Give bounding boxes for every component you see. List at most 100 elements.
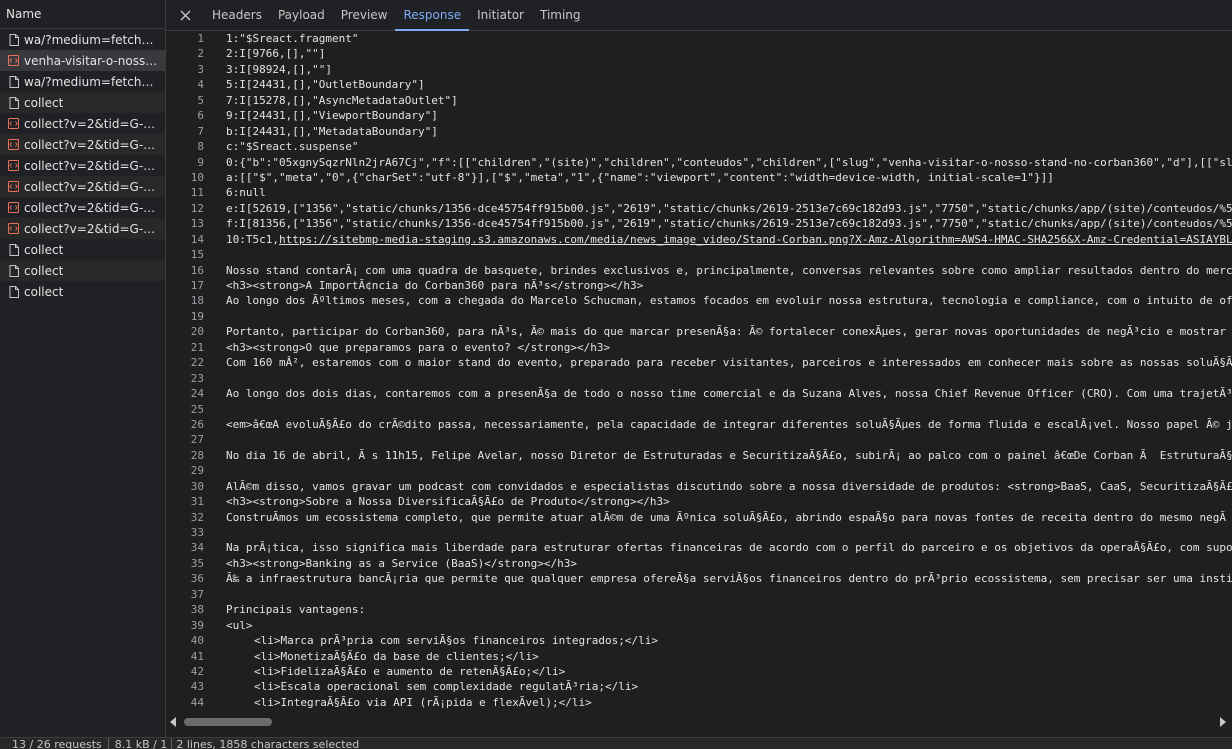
- request-row[interactable]: collect?v=2&tid=G-99V...: [0, 134, 165, 155]
- line-number: 18: [190, 294, 204, 308]
- line-number: 20: [190, 325, 204, 339]
- request-row[interactable]: collect?v=2&tid=G-99V...: [0, 155, 165, 176]
- line-text: [204, 371, 226, 386]
- response-line: 26 <em>â€œA evoluÃ§Ã£o do crÃ©dito passa,…: [166, 417, 1232, 432]
- response-viewer[interactable]: 1 1:"$Sreact.fragment" 2 2:I[9766,[],""] 3 3:…: [166, 31, 1232, 715]
- line-number: 36: [190, 572, 204, 586]
- request-row[interactable]: collect: [0, 260, 165, 281]
- line-text: <em>â€œA evoluÃ§Ã£o do crÃ©dito passa, n…: [226, 417, 1232, 431]
- response-line: 44 <li>IntegraÃ§Ã£o via API (rÃ¡pida e fl…: [166, 695, 1232, 710]
- fetch-icon: [8, 160, 19, 172]
- line-number: 1: [197, 32, 204, 45]
- name-column-header[interactable]: Name: [0, 0, 165, 29]
- request-row[interactable]: collect: [0, 281, 165, 302]
- request-row[interactable]: collect?v=2&tid=G-99V...: [0, 176, 165, 197]
- line-number: 9: [197, 155, 204, 169]
- response-line: 29: [166, 463, 1232, 478]
- line-number: 38: [190, 603, 204, 617]
- request-name: collect: [24, 263, 64, 278]
- line-text: [204, 432, 226, 447]
- line-text: <li>FidelizaÃ§Ã£o e aumento de retenÃ§Ã£…: [254, 664, 566, 678]
- response-line: 27: [166, 432, 1232, 447]
- response-line: 5 7:I[15278,[],"AsyncMetadataOutlet"]: [166, 93, 1232, 108]
- fetch-icon: [8, 181, 19, 193]
- document-icon: [8, 264, 19, 277]
- line-number: 27: [190, 433, 204, 447]
- response-line: 31 <h3><strong>Sobre a Nossa DiversificaÃ…: [166, 494, 1232, 509]
- line-text: [204, 402, 226, 417]
- document-icon: [8, 33, 19, 46]
- response-line: 23: [166, 371, 1232, 386]
- request-name: collect?v=2&tid=G-99V...: [24, 179, 160, 194]
- tab-payload[interactable]: Payload: [270, 0, 333, 30]
- line-text: 7:I[15278,[],"AsyncMetadataOutlet"]: [226, 93, 458, 107]
- scroll-right-icon[interactable]: [1220, 717, 1226, 727]
- tab-timing[interactable]: Timing: [532, 0, 589, 30]
- fetch-icon: [8, 223, 19, 235]
- document-icon: [8, 243, 19, 256]
- response-line: 14 10:T5c1,https://sitebmp-media-staging.…: [166, 232, 1232, 247]
- document-icon: [8, 75, 19, 88]
- scroll-left-icon[interactable]: [170, 717, 176, 727]
- horizontal-scrollbar[interactable]: [166, 715, 1232, 729]
- line-text: No dia 16 de abril, Ã s 11h15, Felipe Av…: [226, 448, 1232, 462]
- request-row[interactable]: collect?v=2&tid=G-99V...: [0, 218, 165, 239]
- request-row[interactable]: venha-visitar-o-nosso-s...: [0, 50, 165, 71]
- line-number: 41: [190, 649, 204, 663]
- line-number: 10: [190, 170, 204, 184]
- request-name: collect?v=2&tid=G-99V...: [24, 158, 160, 173]
- response-line: 20 Portanto, participar do Corban360, par…: [166, 324, 1232, 339]
- line-number: 8: [197, 140, 204, 154]
- tab-response[interactable]: Response: [395, 0, 469, 31]
- line-text: 2:I[9766,[],""]: [226, 47, 326, 61]
- request-row[interactable]: collect?v=2&tid=G-99V...: [0, 113, 165, 134]
- tab-preview[interactable]: Preview: [333, 0, 396, 30]
- response-line: 33: [166, 525, 1232, 540]
- request-name: collect: [24, 242, 64, 257]
- line-text: <li>MonetizaÃ§Ã£o da base de clientes;</…: [254, 649, 539, 663]
- line-number: 43: [190, 680, 204, 694]
- line-text: [204, 247, 226, 262]
- response-line: 12 e:I[52619,["1356","static/chunks/1356-…: [166, 201, 1232, 216]
- response-line: 28 No dia 16 de abril, Ã s 11h15, Felipe …: [166, 448, 1232, 463]
- line-number: 22: [190, 356, 204, 370]
- line-text: 3:I[98924,[],""]: [226, 62, 332, 76]
- line-number: 29: [190, 464, 204, 478]
- tab-initiator[interactable]: Initiator: [469, 0, 532, 30]
- response-line: 17 <h3><strong>A ImportÃ¢ncia do Corban36…: [166, 278, 1232, 293]
- line-number: 23: [190, 371, 204, 385]
- response-line: 32 ConstruÃ­mos um ecossistema completo, …: [166, 510, 1232, 525]
- request-row[interactable]: collect?v=2&tid=G-99V...: [0, 197, 165, 218]
- transferred-size: 8.1 kB / 1: [114, 738, 168, 749]
- line-text: [204, 525, 226, 540]
- line-text: <li>Escala operacional sem complexidade …: [254, 680, 639, 694]
- response-line: 18 Ao longo dos Ãºltimos meses, com a che…: [166, 293, 1232, 308]
- response-line: 9 0:{"b":"05xgnySqzrNln2jrA67Cj","f":[["c…: [166, 155, 1232, 170]
- response-line: 30 AlÃ©m disso, vamos gravar um podcast c…: [166, 479, 1232, 494]
- request-row[interactable]: wa/?medium=fetch&f...: [0, 29, 165, 50]
- line-text: Portanto, participar do Corban360, para …: [226, 325, 1227, 339]
- request-row[interactable]: collect: [0, 92, 165, 113]
- close-details-button[interactable]: [166, 0, 204, 30]
- request-count: 13 / 26 requests: [12, 738, 102, 749]
- line-text: ConstruÃ­mos um ecossistema completo, qu…: [226, 510, 1227, 524]
- line-text: [204, 463, 226, 478]
- line-text: 0:{"b":"05xgnySqzrNln2jrA67Cj","f":[["ch…: [226, 155, 1232, 169]
- request-name: collect?v=2&tid=G-99V...: [24, 116, 160, 131]
- line-number: 2: [197, 47, 204, 61]
- line-number: 11: [190, 186, 204, 200]
- request-row[interactable]: collect: [0, 239, 165, 260]
- line-number: 33: [190, 526, 204, 539]
- scrollbar-thumb[interactable]: [184, 718, 272, 726]
- request-row[interactable]: wa/?medium=fetch&f...: [0, 71, 165, 92]
- line-text: Ã‰ a infraestrutura bancÃ¡ria que permit…: [226, 572, 1232, 586]
- response-link[interactable]: https://sitebmp-media-staging.s3.amazona…: [279, 233, 1232, 246]
- line-text: 1:"$Sreact.fragment": [226, 32, 359, 45]
- line-number: 31: [190, 495, 204, 509]
- tab-headers[interactable]: Headers: [204, 0, 270, 30]
- response-line: 16 Nosso stand contarÃ¡ com uma quadra de…: [166, 263, 1232, 278]
- response-line: 35 <h3><strong>Banking as a Service (BaaS…: [166, 556, 1232, 571]
- line-text: <h3><strong>Banking as a Service (BaaS)<…: [226, 556, 577, 570]
- line-number: 24: [190, 387, 204, 401]
- request-name: wa/?medium=fetch&f...: [24, 74, 160, 89]
